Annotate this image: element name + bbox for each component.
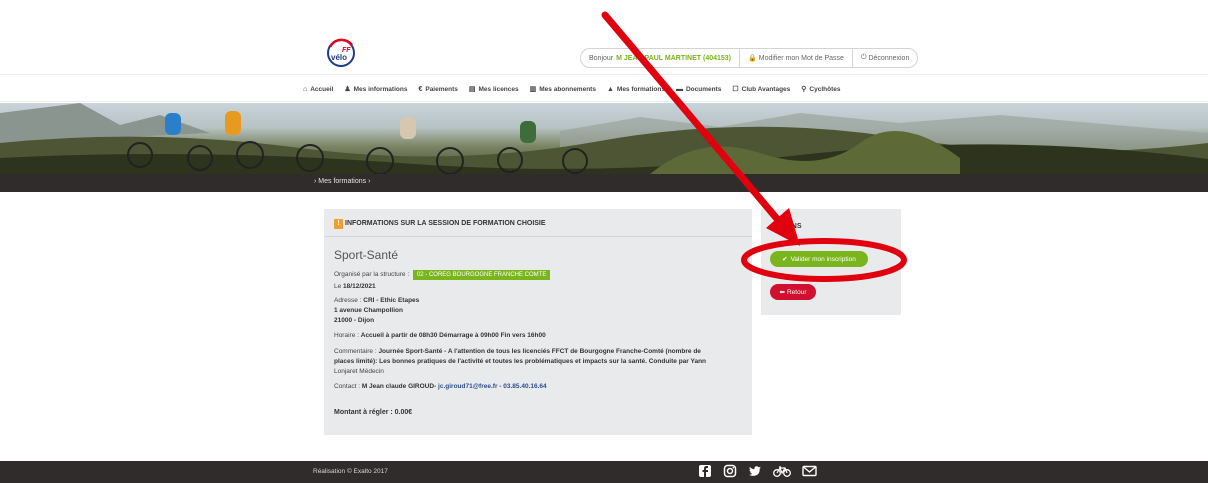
annotation-arrow [601, 11, 800, 246]
page: FF vélo Bonjour M JEAN PAUL MARTINET (40… [0, 0, 1208, 483]
annotation-ellipse [741, 238, 907, 282]
annotation-overlay [601, 11, 907, 282]
